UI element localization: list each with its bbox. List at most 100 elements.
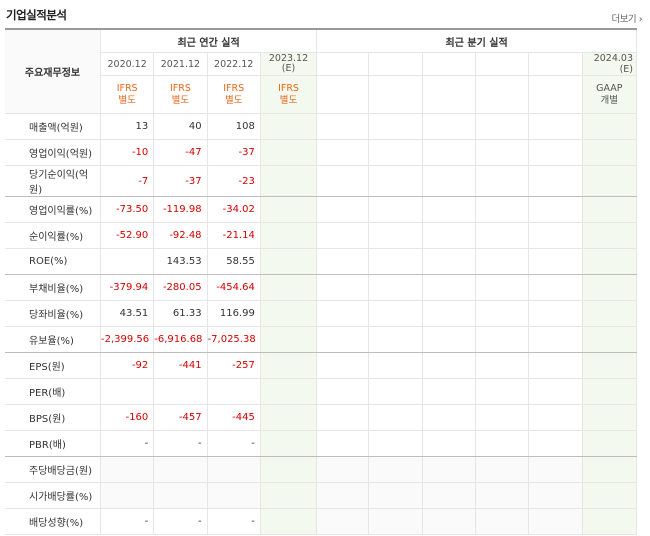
estimate-cell: [582, 222, 638, 249]
quarter-cell: [528, 165, 583, 197]
quarter-cell: [528, 248, 583, 275]
quarter-cell: [528, 482, 583, 509]
value-cell: 40: [153, 113, 208, 140]
quarter-cell: [368, 456, 423, 483]
estimate-cell: [582, 326, 638, 353]
value-cell: -10: [100, 139, 155, 166]
quarter-cell: [316, 222, 370, 249]
standard-header: IFRS 별도: [153, 75, 208, 114]
value-cell: [153, 482, 208, 509]
estimate-cell: [260, 456, 318, 483]
estimate-cell: [260, 430, 318, 457]
quarter-cell: [368, 248, 423, 275]
row-label: 배당성향(%): [5, 508, 101, 535]
quarter-cell: [475, 430, 530, 457]
quarter-cell: [368, 274, 423, 301]
quarter-cell: [528, 508, 583, 535]
quarter-cell: [475, 196, 530, 223]
quarter-cell: [316, 274, 370, 301]
quarter-cell: [368, 165, 423, 197]
estimate-cell: [582, 165, 638, 197]
standard-header: IFRS 별도: [207, 75, 261, 114]
quarter-period-blank: [475, 52, 530, 76]
value-cell: [100, 248, 155, 275]
value-cell: -92.48: [153, 222, 208, 249]
quarter-cell: [475, 222, 530, 249]
quarter-cell: [422, 196, 477, 223]
more-link[interactable]: 더보기 ›: [611, 11, 642, 25]
value-cell: -257: [207, 352, 261, 379]
value-cell: 43.51: [100, 300, 155, 327]
value-cell: 108: [207, 113, 261, 140]
value-cell: [153, 456, 208, 483]
value-cell: [100, 482, 155, 509]
quarter-cell: [422, 300, 477, 327]
table-row: EPS(원) -92 -441 -257: [5, 352, 638, 379]
value-cell: -: [100, 508, 155, 535]
estimate-cell: [260, 300, 318, 327]
value-cell: -280.05: [153, 274, 208, 301]
standard-header: GAAP 개별: [582, 75, 638, 114]
quarter-cell: [368, 300, 423, 327]
quarter-cell: [316, 352, 370, 379]
quarter-cell: [316, 430, 370, 457]
table-row: 매출액(억원) 13 40 108: [5, 113, 638, 140]
table-row: 영업이익(억원) -10 -47 -37: [5, 139, 638, 166]
row-label: EPS(원): [5, 352, 101, 379]
value-cell: -37: [207, 139, 261, 166]
quarter-cell: [368, 196, 423, 223]
estimate-cell: [582, 274, 638, 301]
quarter-cell: [422, 404, 477, 431]
value-cell: -: [100, 430, 155, 457]
table-row: PER(배): [5, 378, 638, 405]
value-cell: 116.99: [207, 300, 261, 327]
period-header: 2022.12: [207, 52, 261, 76]
estimate-cell: [260, 378, 318, 405]
row-label: 유보율(%): [5, 326, 101, 353]
value-cell: -52.90: [100, 222, 155, 249]
quarter-period-blank: [368, 52, 423, 76]
quarter-cell: [422, 482, 477, 509]
quarter-cell: [316, 165, 370, 197]
estimate-cell: [260, 404, 318, 431]
quarter-cell: [316, 378, 370, 405]
quarter-cell: [528, 113, 583, 140]
quarter-cell: [528, 300, 583, 327]
row-label: PER(배): [5, 378, 101, 405]
value-cell: -6,916.68: [153, 326, 208, 353]
estimate-cell: [260, 248, 318, 275]
value-cell: -454.64: [207, 274, 261, 301]
quarter-cell: [316, 482, 370, 509]
row-label: 매출액(억원): [5, 113, 101, 140]
value-cell: -34.02: [207, 196, 261, 223]
value-cell: -23: [207, 165, 261, 197]
table-row: 배당성향(%) - - -: [5, 508, 638, 535]
quarter-cell: [528, 352, 583, 379]
row-label: 시가배당률(%): [5, 482, 101, 509]
value-cell: -: [153, 508, 208, 535]
value-cell: -160: [100, 404, 155, 431]
quarter-cell: [368, 139, 423, 166]
table-row: 당기순이익(억원) -7 -37 -23: [5, 165, 638, 197]
quarter-cell: [475, 482, 530, 509]
row-label: PBR(배): [5, 430, 101, 457]
period-header: 2024.03 (E): [582, 52, 638, 76]
quarter-cell: [368, 113, 423, 140]
value-cell: [153, 378, 208, 405]
value-cell: -: [153, 430, 208, 457]
value-cell: [100, 378, 155, 405]
quarter-cell: [475, 404, 530, 431]
quarter-cell: [475, 139, 530, 166]
quarter-cell: [422, 326, 477, 353]
table-row: 순이익률(%) -52.90 -92.48 -21.14: [5, 222, 638, 249]
quarter-cell: [316, 248, 370, 275]
row-label: ROE(%): [5, 248, 101, 275]
value-cell: 58.55: [207, 248, 261, 275]
quarter-cell: [528, 456, 583, 483]
quarter-cell: [316, 404, 370, 431]
value-cell: -47: [153, 139, 208, 166]
quarter-standard-blank: [528, 75, 583, 114]
table-row: BPS(원) -160 -457 -445: [5, 404, 638, 431]
quarter-cell: [368, 508, 423, 535]
value-cell: 13: [100, 113, 155, 140]
